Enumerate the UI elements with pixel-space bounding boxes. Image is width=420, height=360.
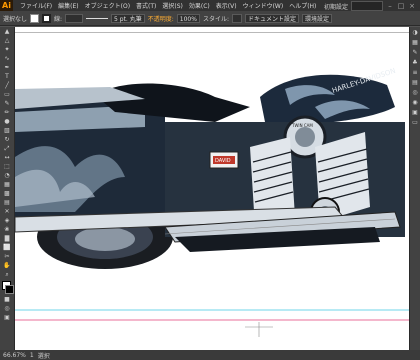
frame-badge: DAVID xyxy=(209,151,239,169)
free-transform-tool-icon[interactable]: ⬚ xyxy=(0,162,14,171)
menu-effect[interactable]: 効果(C) xyxy=(186,1,213,10)
maximize-icon[interactable]: □ xyxy=(397,2,405,10)
column-graph-tool-icon[interactable]: ▇ xyxy=(0,234,14,243)
pen-tool-icon[interactable]: ✒ xyxy=(0,63,14,72)
color-mode-icon[interactable]: ■ xyxy=(0,295,14,304)
zoom-level[interactable]: 66.67% xyxy=(3,352,26,359)
preferences-button[interactable]: 環境設定 xyxy=(301,13,332,23)
line-tool-icon[interactable]: ╱ xyxy=(0,81,14,90)
slice-tool-icon[interactable]: ✂ xyxy=(0,252,14,261)
menu-bar: Ai ファイル(F) 編集(E) オブジェクト(O) 書式(T) 選択(S) 効… xyxy=(0,0,420,11)
minimize-icon[interactable]: – xyxy=(386,2,394,10)
perspective-grid-tool-icon[interactable]: ▦ xyxy=(0,180,14,189)
menu-help[interactable]: ヘルプ(H) xyxy=(286,1,319,10)
symbols-panel-icon[interactable]: ♣ xyxy=(410,57,420,67)
menu-edit[interactable]: 編集(E) xyxy=(55,1,81,10)
selection-tool-icon[interactable]: ▲ xyxy=(0,27,14,36)
motorcycle-artwork[interactable]: HARLEY-DAVIDSON TWIN CAM DAVID xyxy=(15,27,409,350)
magic-wand-tool-icon[interactable]: ✦ xyxy=(0,45,14,54)
variable-width-profile[interactable] xyxy=(86,17,109,19)
fuel-tank: HARLEY-DAVIDSON xyxy=(260,67,397,124)
pencil-tool-icon[interactable]: ✏ xyxy=(0,108,14,117)
blend-tool-icon[interactable]: ◈ xyxy=(0,216,14,225)
type-tool-icon[interactable]: T xyxy=(0,72,14,81)
menu-file[interactable]: ファイル(F) xyxy=(17,1,55,10)
artboard-tool-icon[interactable]: ⬜ xyxy=(0,243,14,252)
color-panel-icon[interactable]: ◑ xyxy=(410,27,420,37)
current-tool-name: 選択 xyxy=(37,352,50,360)
draw-mode-icon[interactable]: ◎ xyxy=(0,304,14,313)
style-label: スタイル: xyxy=(202,15,229,23)
width-tool-icon[interactable]: ↔ xyxy=(0,153,14,162)
artboards-panel-icon[interactable]: ▭ xyxy=(410,117,420,127)
document-setup-button[interactable]: ドキュメント設定 xyxy=(244,13,299,23)
direct-selection-tool-icon[interactable]: △ xyxy=(0,36,14,45)
main-menu: ファイル(F) 編集(E) オブジェクト(O) 書式(T) 選択(S) 効果(C… xyxy=(17,1,319,10)
screen-mode-icon[interactable]: ▣ xyxy=(0,313,14,322)
brush-dropdown[interactable]: 5 pt. 丸筆 xyxy=(111,13,145,23)
menu-right-group: 初期設定 – □ × xyxy=(324,1,416,11)
transparency-panel-icon[interactable]: ◎ xyxy=(410,87,420,97)
engine-cover-text: TWIN CAM xyxy=(291,123,313,128)
eyedropper-tool-icon[interactable]: ✕ xyxy=(0,207,14,216)
close-icon[interactable]: × xyxy=(408,2,416,10)
opacity-field[interactable]: 100% xyxy=(176,13,200,23)
gradient-tool-icon[interactable]: ▤ xyxy=(0,198,14,207)
menu-select[interactable]: 選択(S) xyxy=(159,1,186,10)
stroke-label: 線: xyxy=(54,15,63,23)
stroke-weight-dropdown[interactable] xyxy=(65,13,84,23)
workspace-switcher[interactable]: 初期設定 xyxy=(324,2,348,11)
menu-type[interactable]: 書式(T) xyxy=(133,1,159,10)
stroke-swatch[interactable] xyxy=(42,13,52,23)
search-field[interactable] xyxy=(351,1,383,11)
rotate-tool-icon[interactable]: ↻ xyxy=(0,135,14,144)
blob-brush-tool-icon[interactable]: ● xyxy=(0,117,14,126)
status-bar: 66.67% 1 選択 xyxy=(0,350,420,360)
selection-status: 選択なし xyxy=(3,15,28,23)
artboard-edge xyxy=(15,32,409,33)
control-bar: 選択なし 線: 5 pt. 丸筆 不透明度: 100% スタイル: ドキュメント… xyxy=(0,11,420,26)
badge-text: DAVID xyxy=(215,158,231,164)
scale-tool-icon[interactable]: ⤢ xyxy=(0,144,14,153)
layers-panel-icon[interactable]: ▣ xyxy=(410,107,420,117)
swatches-panel-icon[interactable]: ▦ xyxy=(410,37,420,47)
paintbrush-tool-icon[interactable]: ✎ xyxy=(0,99,14,108)
symbol-sprayer-tool-icon[interactable]: ❀ xyxy=(0,225,14,234)
right-panel-dock: ◑ ▦ ✎ ♣ ≡ ▤ ◎ ◉ ▣ ▭ xyxy=(409,27,420,350)
brushes-panel-icon[interactable]: ✎ xyxy=(410,47,420,57)
app-logo: Ai xyxy=(0,0,13,11)
stroke-color-icon[interactable] xyxy=(5,285,14,294)
style-dropdown[interactable] xyxy=(231,13,242,23)
mesh-tool-icon[interactable]: ▩ xyxy=(0,189,14,198)
appearance-panel-icon[interactable]: ◉ xyxy=(410,97,420,107)
menu-window[interactable]: ウィンドウ(W) xyxy=(240,1,287,10)
stroke-panel-icon[interactable]: ≡ xyxy=(410,67,420,77)
opacity-label[interactable]: 不透明度: xyxy=(148,14,174,23)
menu-object[interactable]: オブジェクト(O) xyxy=(82,1,133,10)
hand-tool-icon[interactable]: ✋ xyxy=(0,261,14,270)
fill-stroke-widget[interactable] xyxy=(0,279,14,295)
zoom-tool-icon[interactable]: ⌕ xyxy=(0,270,14,279)
eraser-tool-icon[interactable]: ▧ xyxy=(0,126,14,135)
rectangle-tool-icon[interactable]: ▭ xyxy=(0,90,14,99)
lasso-tool-icon[interactable]: ∿ xyxy=(0,54,14,63)
fill-swatch[interactable] xyxy=(30,13,40,23)
canvas[interactable]: HARLEY-DAVIDSON TWIN CAM DAVID xyxy=(15,27,409,350)
tools-panel: ▲ △ ✦ ∿ ✒ T ╱ ▭ ✎ ✏ ● ▧ ↻ ⤢ ↔ ⬚ ◔ ▦ ▩ ▤ … xyxy=(0,27,15,350)
menu-view[interactable]: 表示(V) xyxy=(213,1,240,10)
gradient-panel-icon[interactable]: ▤ xyxy=(410,77,420,87)
shape-builder-tool-icon[interactable]: ◔ xyxy=(0,171,14,180)
artboard-number[interactable]: 1 xyxy=(30,352,34,359)
